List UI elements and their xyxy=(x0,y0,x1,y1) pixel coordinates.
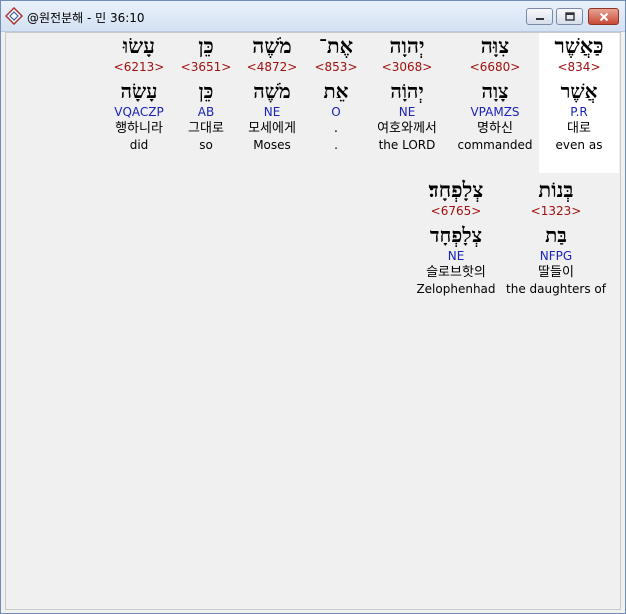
english-gloss: the daughters of xyxy=(506,282,606,296)
main-window: @원전분해 - 민 36:10 כַּאֲשֶׁר <834> אֲשֶׁר P… xyxy=(0,0,626,614)
hebrew-lemma: בַּת xyxy=(545,223,567,247)
hebrew-word: צִוָּה xyxy=(480,33,510,58)
word-cell[interactable]: כַּאֲשֶׁר <834> אֲשֶׁר P.R 대로 even as xyxy=(539,33,619,173)
english-gloss: even as xyxy=(555,138,603,152)
maximize-button[interactable] xyxy=(556,8,583,25)
morphology-code: VPAMZS xyxy=(470,105,520,119)
hebrew-lemma: יְהוָֹה xyxy=(390,79,424,103)
morphology-code: NE xyxy=(447,249,465,263)
english-gloss: the LORD xyxy=(378,138,436,152)
minimize-button[interactable] xyxy=(526,8,553,25)
hebrew-word: בְּנוֹת xyxy=(538,177,574,202)
hebrew-lemma: עָשָׂה xyxy=(120,79,158,103)
strong-number[interactable]: <6765> xyxy=(411,203,501,219)
hebrew-word: צְלָפְחָד׃ xyxy=(428,177,484,202)
morphology-code: NE xyxy=(398,105,416,119)
word-cell[interactable]: צְלָפְחָד׃ <6765> צְלָפְחָד NE 슬로브핫의 Zel… xyxy=(411,177,501,297)
strong-number[interactable]: <6213> xyxy=(99,59,179,75)
english-gloss: Zelophenhad xyxy=(416,282,496,296)
strong-number[interactable]: <834> xyxy=(539,59,619,75)
hebrew-word: כַּאֲשֶׁר xyxy=(554,33,604,58)
word-cell[interactable]: בְּנוֹת <1323> בַּת NFPG 딸들이 the daughte… xyxy=(506,177,606,297)
maximize-icon xyxy=(564,12,575,21)
close-icon xyxy=(599,12,608,21)
hebrew-lemma: אֲשֶׁר xyxy=(560,79,598,103)
korean-gloss: 명하신 xyxy=(477,121,513,136)
hebrew-lemma: צָוָה xyxy=(481,79,509,103)
title-bar[interactable]: @원전분해 - 민 36:10 xyxy=(1,1,625,32)
hebrew-word: עָשׂוּ xyxy=(122,33,156,58)
app-diamond-icon xyxy=(5,7,23,25)
window-title: @원전분해 - 민 36:10 xyxy=(27,11,145,25)
word-cell[interactable]: צִוָּה <6680> צָוָה VPAMZS 명하신 commanded xyxy=(455,33,535,153)
interlinear-view: כַּאֲשֶׁר <834> אֲשֶׁר P.R 대로 even as צִ… xyxy=(5,32,621,610)
hebrew-word: יְהוָה xyxy=(389,33,425,58)
strong-number[interactable]: <6680> xyxy=(455,59,535,75)
hebrew-lemma: צְלָפְחָד xyxy=(429,223,483,247)
minimize-icon xyxy=(535,17,544,20)
word-cell[interactable]: עָשׂוּ <6213> עָשָׂה VQACZP 행하니라 did xyxy=(99,33,179,153)
strong-number[interactable]: <3068> xyxy=(367,59,447,75)
korean-gloss: 여호와께서 xyxy=(377,121,437,136)
morphology-code: NFPG xyxy=(539,249,573,263)
close-button[interactable] xyxy=(588,8,619,25)
english-gloss: did xyxy=(129,138,149,152)
english-gloss: commanded xyxy=(457,138,533,152)
morphology-code: P.R xyxy=(570,105,588,119)
korean-gloss: 대로 xyxy=(567,121,591,136)
strong-number[interactable]: <1323> xyxy=(506,203,606,219)
korean-gloss: 슬로브핫의 xyxy=(426,265,486,280)
korean-gloss: 행하니라 xyxy=(115,121,163,136)
word-cell[interactable]: יְהוָה <3068> יְהוָֹה NE 여호와께서 the LORD xyxy=(367,33,447,153)
morphology-code: VQACZP xyxy=(114,105,164,119)
korean-gloss: 딸들이 xyxy=(538,265,574,280)
